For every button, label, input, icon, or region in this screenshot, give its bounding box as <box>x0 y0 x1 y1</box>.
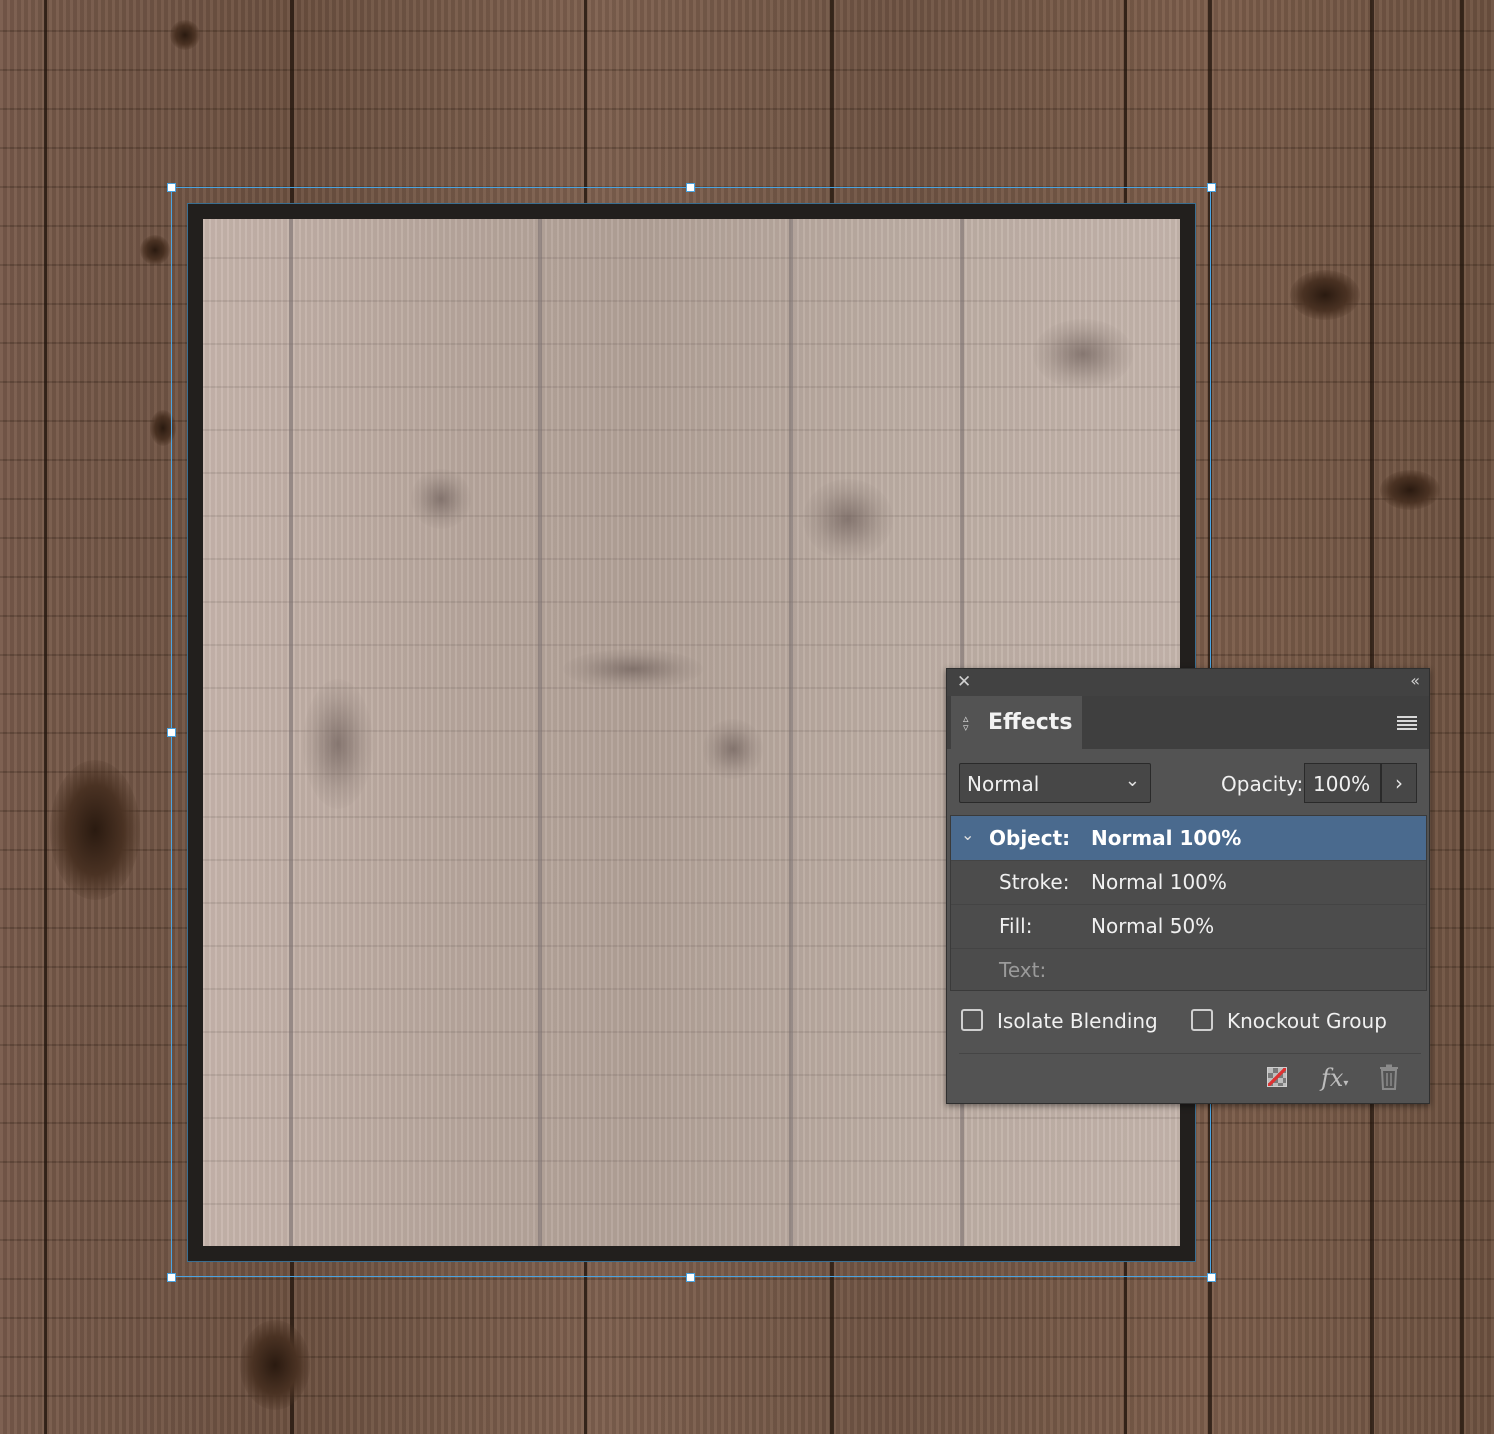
blend-mode-value: Normal <box>967 772 1040 796</box>
row-label: Text: <box>999 958 1047 982</box>
list-item-object[interactable]: ⌄ Object: Normal 100% <box>951 816 1426 861</box>
fx-icon[interactable]: fx▾ <box>1321 1064 1348 1092</box>
panel-menu-icon[interactable] <box>1397 716 1417 730</box>
list-item-fill[interactable]: Fill: Normal 50% <box>951 904 1426 949</box>
collapse-icon[interactable]: ‹‹ <box>1410 671 1420 691</box>
row-value: Normal 100% <box>1091 826 1242 850</box>
wood-knot <box>50 760 140 900</box>
blend-mode-select[interactable]: Normal ⌄ <box>959 763 1151 803</box>
row-label: Stroke: <box>999 870 1070 894</box>
isolate-blending-label: Isolate Blending <box>997 1009 1158 1033</box>
handle-top-right[interactable] <box>1207 183 1216 192</box>
close-icon[interactable]: ✕ <box>957 672 975 692</box>
effects-target-list: ⌄ Object: Normal 100% Stroke: Normal 100… <box>950 815 1427 991</box>
trash-icon[interactable] <box>1377 1064 1401 1090</box>
knockout-group-label: Knockout Group <box>1227 1009 1387 1033</box>
plank-seam <box>1460 0 1464 1434</box>
wood-knot <box>140 235 170 265</box>
handle-middle-left[interactable] <box>167 728 176 737</box>
handle-top-left[interactable] <box>167 183 176 192</box>
arrow-right-icon[interactable]: › <box>1381 763 1417 803</box>
handle-bottom-center[interactable] <box>686 1273 695 1282</box>
tab-effects[interactable]: ▵ ▿ Effects <box>951 696 1082 750</box>
dropdown-chevron-icon: ⌄ <box>1124 770 1140 791</box>
opacity-label: Opacity: <box>1221 772 1304 796</box>
row-label: Object: <box>989 826 1071 850</box>
row-value: Normal 100% <box>1091 870 1227 894</box>
wood-knot <box>1290 270 1360 320</box>
opacity-value: 100% <box>1313 772 1371 796</box>
knockout-group-checkbox[interactable] <box>1191 1009 1213 1031</box>
handle-bottom-right[interactable] <box>1207 1273 1216 1282</box>
panel-titlebar[interactable]: ✕ ‹‹ <box>947 669 1429 697</box>
footer-divider <box>959 1053 1421 1054</box>
clear-effects-icon[interactable] <box>1267 1067 1287 1087</box>
tab-effects-label: Effects <box>988 710 1073 735</box>
wood-knot <box>1380 470 1440 510</box>
disclosure-triangle-icon[interactable]: ⌄ <box>961 825 974 844</box>
row-label: Fill: <box>999 914 1033 938</box>
handle-bottom-left[interactable] <box>167 1273 176 1282</box>
wood-knot <box>240 1320 310 1410</box>
wood-knot <box>170 20 200 50</box>
opacity-input[interactable]: 100% <box>1304 763 1381 803</box>
row-value: Normal 50% <box>1091 914 1215 938</box>
panel-tabstrip: ▵ ▿ Effects <box>947 696 1429 750</box>
tab-stepper-icon: ▵ ▿ <box>963 712 969 734</box>
effects-panel: ✕ ‹‹ ▵ ▿ Effects Normal ⌄ Opacity: 100% ›… <box>946 668 1430 1104</box>
handle-top-center[interactable] <box>686 183 695 192</box>
list-item-stroke[interactable]: Stroke: Normal 100% <box>951 860 1426 905</box>
list-item-text[interactable]: Text: <box>951 948 1426 992</box>
isolate-blending-checkbox[interactable] <box>961 1009 983 1031</box>
